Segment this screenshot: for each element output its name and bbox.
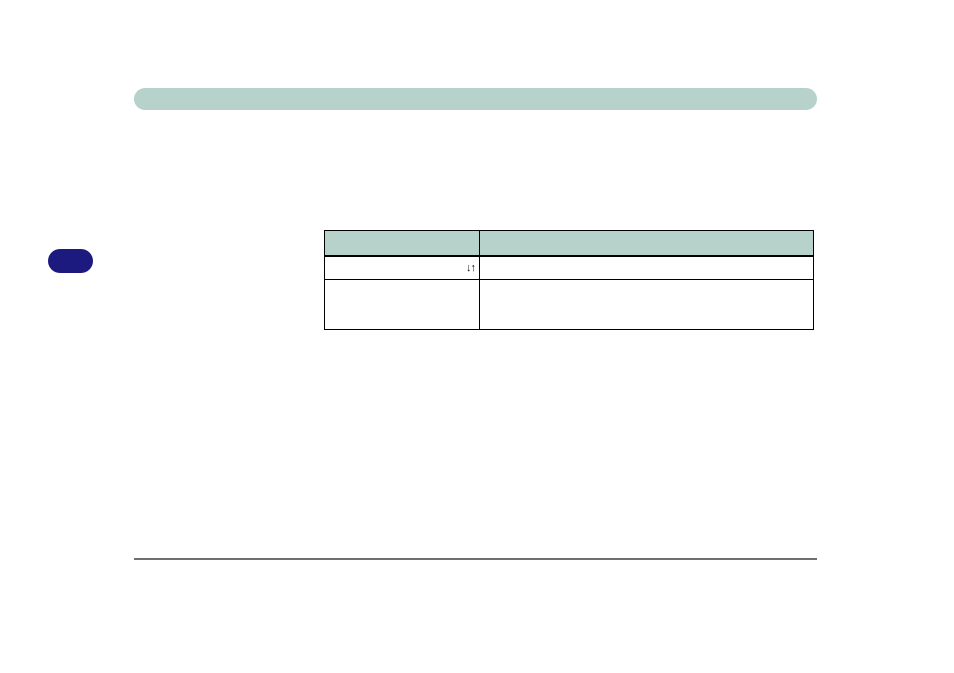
table-row [325,280,814,330]
table-cell [325,280,480,330]
section-title-bar [134,88,817,110]
page: ↓↑ [0,0,954,673]
up-down-arrows-icon: ↓↑ [466,262,475,274]
table-row: ↓↑ [325,256,814,280]
table-cell [480,280,814,330]
horizontal-divider [134,558,817,560]
margin-callout-pill [48,249,93,273]
table-header-col1 [325,231,480,256]
table-cell [480,256,814,280]
settings-table: ↓↑ [324,230,814,330]
table-cell-arrows: ↓↑ [325,256,480,280]
table-header-row [325,231,814,256]
table-header-col2 [480,231,814,256]
